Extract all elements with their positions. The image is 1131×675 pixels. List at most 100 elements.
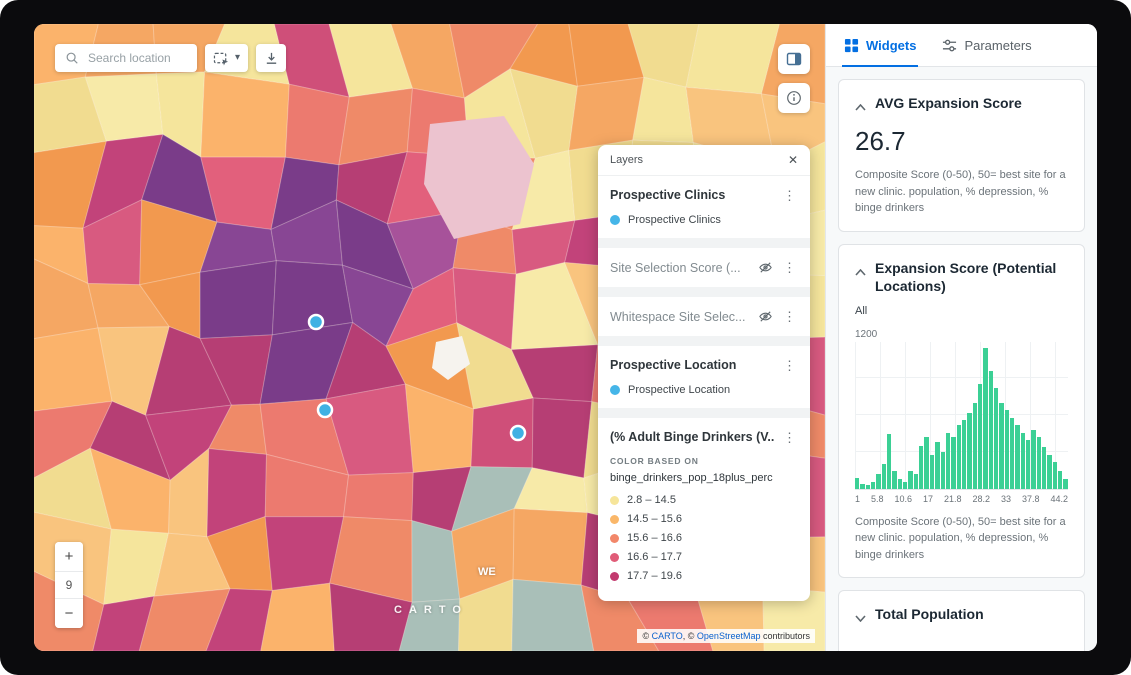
layer-section-whitespace-site-selection: Whitespace Site Selec... ⋮ bbox=[598, 297, 810, 336]
histogram-bar[interactable] bbox=[871, 482, 875, 489]
section-divider bbox=[598, 336, 810, 346]
legend-color-dot bbox=[610, 385, 620, 395]
legend-label: Prospective Location bbox=[628, 384, 730, 396]
histogram-bar[interactable] bbox=[919, 446, 923, 489]
tab-label: Parameters bbox=[964, 38, 1031, 53]
chevron-down-icon: ▾ bbox=[235, 53, 240, 63]
close-icon[interactable]: ✕ bbox=[788, 154, 798, 166]
histogram-bar[interactable] bbox=[898, 479, 902, 489]
clinic-marker[interactable] bbox=[309, 315, 323, 329]
widget-header[interactable]: Expansion Score (Potential Locations) bbox=[855, 259, 1068, 295]
kebab-menu-icon[interactable]: ⋮ bbox=[781, 261, 798, 274]
visibility-off-icon[interactable] bbox=[758, 309, 773, 324]
zoom-in-button[interactable]: + bbox=[55, 542, 83, 571]
map-canvas[interactable]: WE CARTO ▾ bbox=[34, 24, 825, 651]
histogram-bar[interactable] bbox=[989, 371, 993, 489]
clinic-marker[interactable] bbox=[318, 403, 332, 417]
chevron-down-icon bbox=[855, 609, 866, 627]
histogram-bar[interactable] bbox=[1026, 440, 1030, 489]
y-axis-max-label: 1200 bbox=[855, 329, 1068, 340]
legend-color-dot bbox=[610, 553, 619, 562]
histogram-bar[interactable] bbox=[1063, 479, 1067, 489]
histogram-bar[interactable] bbox=[1015, 425, 1019, 489]
download-icon bbox=[264, 51, 279, 66]
clinic-marker[interactable] bbox=[511, 426, 525, 440]
histogram-bar[interactable] bbox=[908, 471, 912, 489]
map-place-label: WE bbox=[478, 566, 496, 578]
legend-color-dot bbox=[610, 572, 619, 581]
histogram-bar[interactable] bbox=[1058, 471, 1062, 489]
layer-title: Prospective Clinics bbox=[610, 188, 775, 202]
section-divider bbox=[598, 238, 810, 248]
histogram-bar[interactable] bbox=[1037, 437, 1041, 488]
histogram-bar[interactable] bbox=[962, 420, 966, 489]
color-field-name: binge_drinkers_pop_18plus_perc bbox=[610, 472, 798, 484]
kebab-menu-icon[interactable]: ⋮ bbox=[781, 189, 798, 202]
histogram-bar[interactable] bbox=[882, 464, 886, 489]
histogram-bar[interactable] bbox=[946, 433, 950, 489]
histogram-bar[interactable] bbox=[994, 388, 998, 488]
histogram-bar[interactable] bbox=[1042, 447, 1046, 489]
attribution-text: contributors bbox=[760, 631, 810, 641]
histogram-bar[interactable] bbox=[924, 437, 928, 488]
widget-title: AVG Expansion Score bbox=[875, 94, 1022, 112]
search-input[interactable] bbox=[86, 50, 187, 66]
histogram-bar[interactable] bbox=[983, 348, 987, 489]
histogram-bar[interactable] bbox=[978, 384, 982, 489]
toggle-panel-button[interactable] bbox=[778, 44, 810, 74]
histogram-bar[interactable] bbox=[866, 485, 870, 489]
tab-widgets[interactable]: Widgets bbox=[844, 24, 916, 66]
widget-title: Total Population bbox=[875, 605, 984, 623]
histogram-bar[interactable] bbox=[973, 403, 977, 489]
histogram-bar[interactable] bbox=[930, 455, 934, 489]
kebab-menu-icon[interactable]: ⋮ bbox=[781, 310, 798, 323]
histogram-bar[interactable] bbox=[914, 474, 918, 489]
x-tick-label: 33 bbox=[1001, 494, 1011, 504]
tab-parameters[interactable]: Parameters bbox=[942, 24, 1031, 66]
histogram-bar[interactable] bbox=[1005, 410, 1009, 488]
histogram-bar[interactable] bbox=[876, 474, 880, 489]
kebab-menu-icon[interactable]: ⋮ bbox=[781, 359, 798, 372]
zoom-control: + 9 − bbox=[55, 542, 83, 628]
histogram-bar[interactable] bbox=[1053, 462, 1057, 489]
histogram-bar[interactable] bbox=[860, 484, 864, 489]
zoom-out-button[interactable]: − bbox=[55, 599, 83, 628]
select-tool-button[interactable]: ▾ bbox=[205, 44, 248, 72]
layer-title: Site Selection Score (... bbox=[610, 261, 752, 275]
color-based-on-label: COLOR BASED ON bbox=[610, 456, 798, 466]
histogram-bar[interactable] bbox=[941, 452, 945, 489]
histogram-bar[interactable] bbox=[892, 471, 896, 489]
histogram-bar[interactable] bbox=[967, 413, 971, 489]
legend-color-dot bbox=[610, 515, 619, 524]
histogram-bar[interactable] bbox=[935, 442, 939, 489]
x-tick-label: 28.2 bbox=[972, 494, 990, 504]
histogram-bar[interactable] bbox=[957, 425, 961, 489]
zoom-level: 9 bbox=[55, 571, 83, 599]
histogram-bar[interactable] bbox=[855, 478, 859, 489]
carto-link[interactable]: CARTO bbox=[652, 631, 683, 641]
widget-header[interactable]: Total Population bbox=[855, 605, 1068, 627]
openstreetmap-link[interactable]: OpenStreetMap bbox=[697, 631, 761, 641]
histogram-bar[interactable] bbox=[951, 437, 955, 488]
histogram-bar[interactable] bbox=[1021, 433, 1025, 489]
widget-header[interactable]: AVG Expansion Score bbox=[855, 94, 1068, 116]
x-tick-label: 37.8 bbox=[1022, 494, 1040, 504]
download-button[interactable] bbox=[256, 44, 286, 72]
histogram-bar[interactable] bbox=[999, 403, 1003, 489]
info-button[interactable] bbox=[778, 83, 810, 113]
legend-color-dot bbox=[610, 215, 620, 225]
histogram-bar[interactable] bbox=[1047, 455, 1051, 489]
histogram-bar[interactable] bbox=[887, 434, 891, 489]
histogram-bar[interactable] bbox=[1010, 418, 1014, 489]
layers-panel-header: Layers ✕ bbox=[598, 145, 810, 176]
kebab-menu-icon[interactable]: ⋮ bbox=[781, 431, 798, 444]
x-tick-label: 5.8 bbox=[871, 494, 884, 504]
right-sidebar: Widgets Parameters AVG Expansion Score bbox=[825, 24, 1097, 651]
histogram-bar[interactable] bbox=[903, 482, 907, 489]
search-box[interactable] bbox=[55, 44, 197, 72]
histogram-bar[interactable] bbox=[1031, 430, 1035, 489]
histogram-bars[interactable] bbox=[855, 342, 1068, 490]
search-icon bbox=[65, 51, 79, 65]
visibility-off-icon[interactable] bbox=[758, 260, 773, 275]
legend-color-dot bbox=[610, 496, 619, 505]
